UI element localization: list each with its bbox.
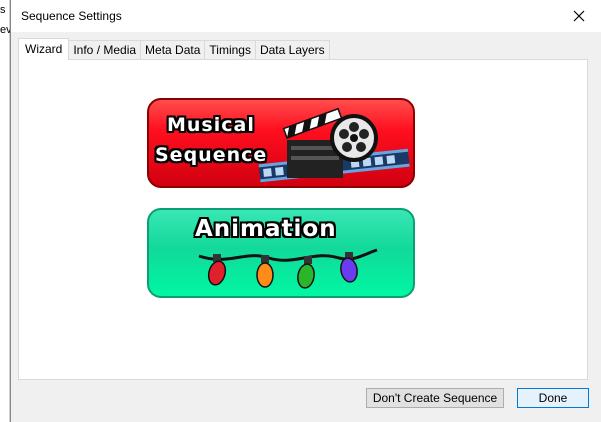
background-text-1: s [0,4,6,16]
background-window-strip: s ev [0,0,12,422]
title-bar: Sequence Settings [11,0,601,32]
tab-timings[interactable]: Timings [204,40,256,60]
musical-label-line2: Sequence [155,144,268,166]
dont-create-sequence-button[interactable]: Don't Create Sequence [366,388,504,408]
animation-label: Animation [195,216,337,242]
tab-bar: Wizard Info / Media Meta Data Timings Da… [18,38,330,60]
dialog-title: Sequence Settings [21,9,122,23]
close-icon [573,10,585,22]
sequence-settings-dialog: Sequence Settings Wizard Info / Media Me… [10,0,601,422]
film-clapper-reel-icon [258,107,410,183]
musical-sequence-button[interactable]: Musical Sequence [147,98,415,188]
animation-button[interactable]: Animation [147,208,415,298]
musical-label-line1: Musical [167,114,255,136]
tab-wizard[interactable]: Wizard [18,38,70,60]
wizard-panel: Musical Sequence Animation [18,59,588,380]
close-button[interactable] [556,0,601,32]
tab-data-layers[interactable]: Data Layers [254,40,330,60]
tab-meta-data[interactable]: Meta Data [140,40,206,60]
done-button[interactable]: Done [517,388,589,408]
tab-info-media[interactable]: Info / Media [68,40,142,60]
